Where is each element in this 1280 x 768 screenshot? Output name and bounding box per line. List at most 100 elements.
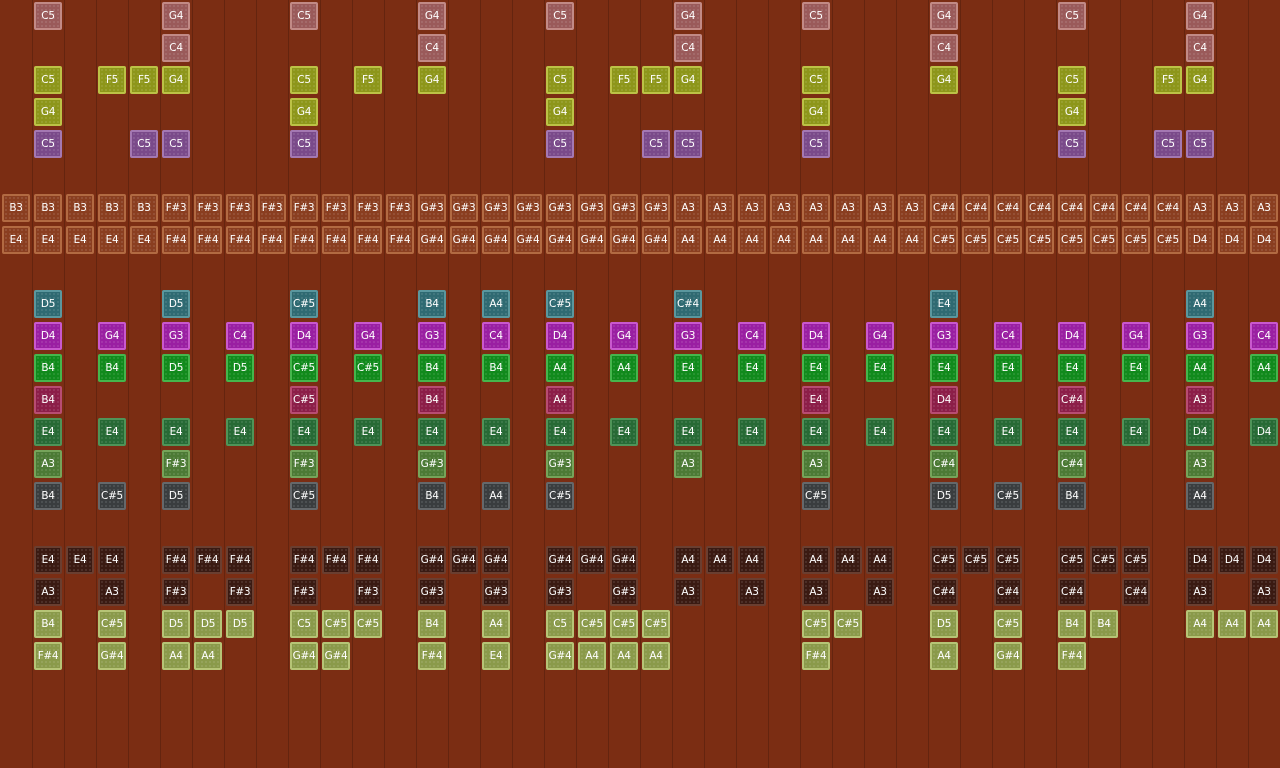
note-block[interactable]: C#4 — [962, 194, 990, 222]
note-block[interactable]: A4 — [482, 610, 510, 638]
note-block[interactable]: C#5 — [994, 226, 1022, 254]
note-block[interactable]: G3 — [674, 322, 702, 350]
note-block[interactable]: C5 — [34, 66, 62, 94]
note-block[interactable]: C#5 — [578, 610, 606, 638]
note-block[interactable]: G4 — [418, 66, 446, 94]
note-block[interactable]: A3 — [1186, 194, 1214, 222]
note-block[interactable]: F#4 — [34, 642, 62, 670]
note-block[interactable]: F5 — [130, 66, 158, 94]
note-block[interactable]: A4 — [482, 290, 510, 318]
note-block[interactable]: E4 — [1058, 354, 1086, 382]
note-block[interactable]: B3 — [66, 194, 94, 222]
note-block[interactable]: A3 — [98, 578, 126, 606]
note-block[interactable]: B4 — [34, 482, 62, 510]
note-block[interactable]: B4 — [34, 386, 62, 414]
note-block[interactable]: C#5 — [930, 546, 958, 574]
note-block[interactable]: C#4 — [930, 194, 958, 222]
note-block[interactable]: F#4 — [290, 226, 318, 254]
note-block[interactable]: G4 — [1186, 2, 1214, 30]
note-block[interactable]: C5 — [1186, 130, 1214, 158]
note-block[interactable]: F#3 — [162, 578, 190, 606]
note-block[interactable]: G4 — [674, 2, 702, 30]
note-block[interactable]: C#4 — [994, 578, 1022, 606]
note-block[interactable]: G#4 — [450, 546, 478, 574]
note-block[interactable]: F5 — [98, 66, 126, 94]
note-block[interactable]: C5 — [290, 66, 318, 94]
note-block[interactable]: D5 — [930, 610, 958, 638]
note-block[interactable]: C#4 — [1058, 386, 1086, 414]
note-block[interactable]: B4 — [34, 354, 62, 382]
note-block[interactable]: G#4 — [578, 546, 606, 574]
note-block[interactable]: G#4 — [546, 546, 574, 574]
note-block[interactable]: F#3 — [226, 578, 254, 606]
note-block[interactable]: F#4 — [162, 546, 190, 574]
note-block[interactable]: D4 — [1186, 418, 1214, 446]
note-block[interactable]: G#4 — [994, 642, 1022, 670]
note-grid[interactable]: C5 G4 C5 G4 C5 G4 C5 G4 C5 G4 C4 C4 C4 C4 C4 C5 F5 F5 G4 C5… — [0, 0, 1280, 768]
note-block[interactable]: A3 — [802, 194, 830, 222]
note-block[interactable]: F5 — [642, 66, 670, 94]
note-block[interactable]: G4 — [802, 98, 830, 126]
note-block[interactable]: A3 — [674, 450, 702, 478]
note-block[interactable]: C5 — [130, 130, 158, 158]
note-block[interactable]: C#5 — [994, 546, 1022, 574]
note-block[interactable]: E4 — [66, 226, 94, 254]
note-block[interactable]: G4 — [354, 322, 382, 350]
note-block[interactable]: E4 — [354, 418, 382, 446]
note-block[interactable]: F#4 — [226, 226, 254, 254]
note-block[interactable]: G4 — [1122, 322, 1150, 350]
note-block[interactable]: G#4 — [546, 642, 574, 670]
note-block[interactable]: C5 — [1058, 130, 1086, 158]
note-block[interactable]: C5 — [642, 130, 670, 158]
note-block[interactable]: C#5 — [1122, 226, 1150, 254]
note-block[interactable]: E4 — [226, 418, 254, 446]
note-block[interactable]: G4 — [98, 322, 126, 350]
note-block[interactable]: C5 — [290, 610, 318, 638]
note-block[interactable]: A3 — [898, 194, 926, 222]
note-block[interactable]: C#5 — [322, 610, 350, 638]
note-block[interactable]: G#4 — [546, 226, 574, 254]
note-block[interactable]: C#5 — [1090, 226, 1118, 254]
note-block[interactable]: C4 — [738, 322, 766, 350]
note-block[interactable]: C#4 — [1122, 578, 1150, 606]
note-block[interactable]: A4 — [578, 642, 606, 670]
note-block[interactable]: G#4 — [578, 226, 606, 254]
note-block[interactable]: G#3 — [546, 194, 574, 222]
note-block[interactable]: D5 — [162, 290, 190, 318]
note-block[interactable]: C#4 — [930, 450, 958, 478]
note-block[interactable]: E4 — [290, 418, 318, 446]
note-block[interactable]: F#3 — [226, 194, 254, 222]
note-block[interactable]: C5 — [34, 2, 62, 30]
note-block[interactable]: E4 — [130, 226, 158, 254]
note-block[interactable]: A4 — [866, 546, 894, 574]
note-block[interactable]: E4 — [610, 418, 638, 446]
note-block[interactable]: B4 — [418, 482, 446, 510]
note-block[interactable]: C#5 — [1090, 546, 1118, 574]
note-block[interactable]: G#4 — [610, 226, 638, 254]
note-block[interactable]: D5 — [226, 354, 254, 382]
note-block[interactable]: E4 — [482, 642, 510, 670]
note-block[interactable]: C#5 — [610, 610, 638, 638]
note-block[interactable]: D4 — [1250, 546, 1278, 574]
note-block[interactable]: A4 — [898, 226, 926, 254]
note-block[interactable]: A4 — [674, 546, 702, 574]
note-block[interactable]: F5 — [610, 66, 638, 94]
note-block[interactable]: A4 — [738, 226, 766, 254]
note-block[interactable]: G3 — [162, 322, 190, 350]
note-block[interactable]: A3 — [674, 194, 702, 222]
note-block[interactable]: G#3 — [514, 194, 542, 222]
note-block[interactable]: C5 — [34, 130, 62, 158]
note-block[interactable]: G#3 — [546, 578, 574, 606]
note-block[interactable]: A3 — [1186, 578, 1214, 606]
note-block[interactable]: E4 — [34, 546, 62, 574]
note-block[interactable]: D4 — [1250, 226, 1278, 254]
note-block[interactable]: D5 — [34, 290, 62, 318]
note-block[interactable]: D5 — [194, 610, 222, 638]
note-block[interactable]: A4 — [866, 226, 894, 254]
note-block[interactable]: E4 — [34, 418, 62, 446]
note-block[interactable]: A4 — [546, 386, 574, 414]
note-block[interactable]: C#5 — [962, 226, 990, 254]
note-block[interactable]: D4 — [546, 322, 574, 350]
note-block[interactable]: F#4 — [194, 226, 222, 254]
note-block[interactable]: F#4 — [354, 226, 382, 254]
